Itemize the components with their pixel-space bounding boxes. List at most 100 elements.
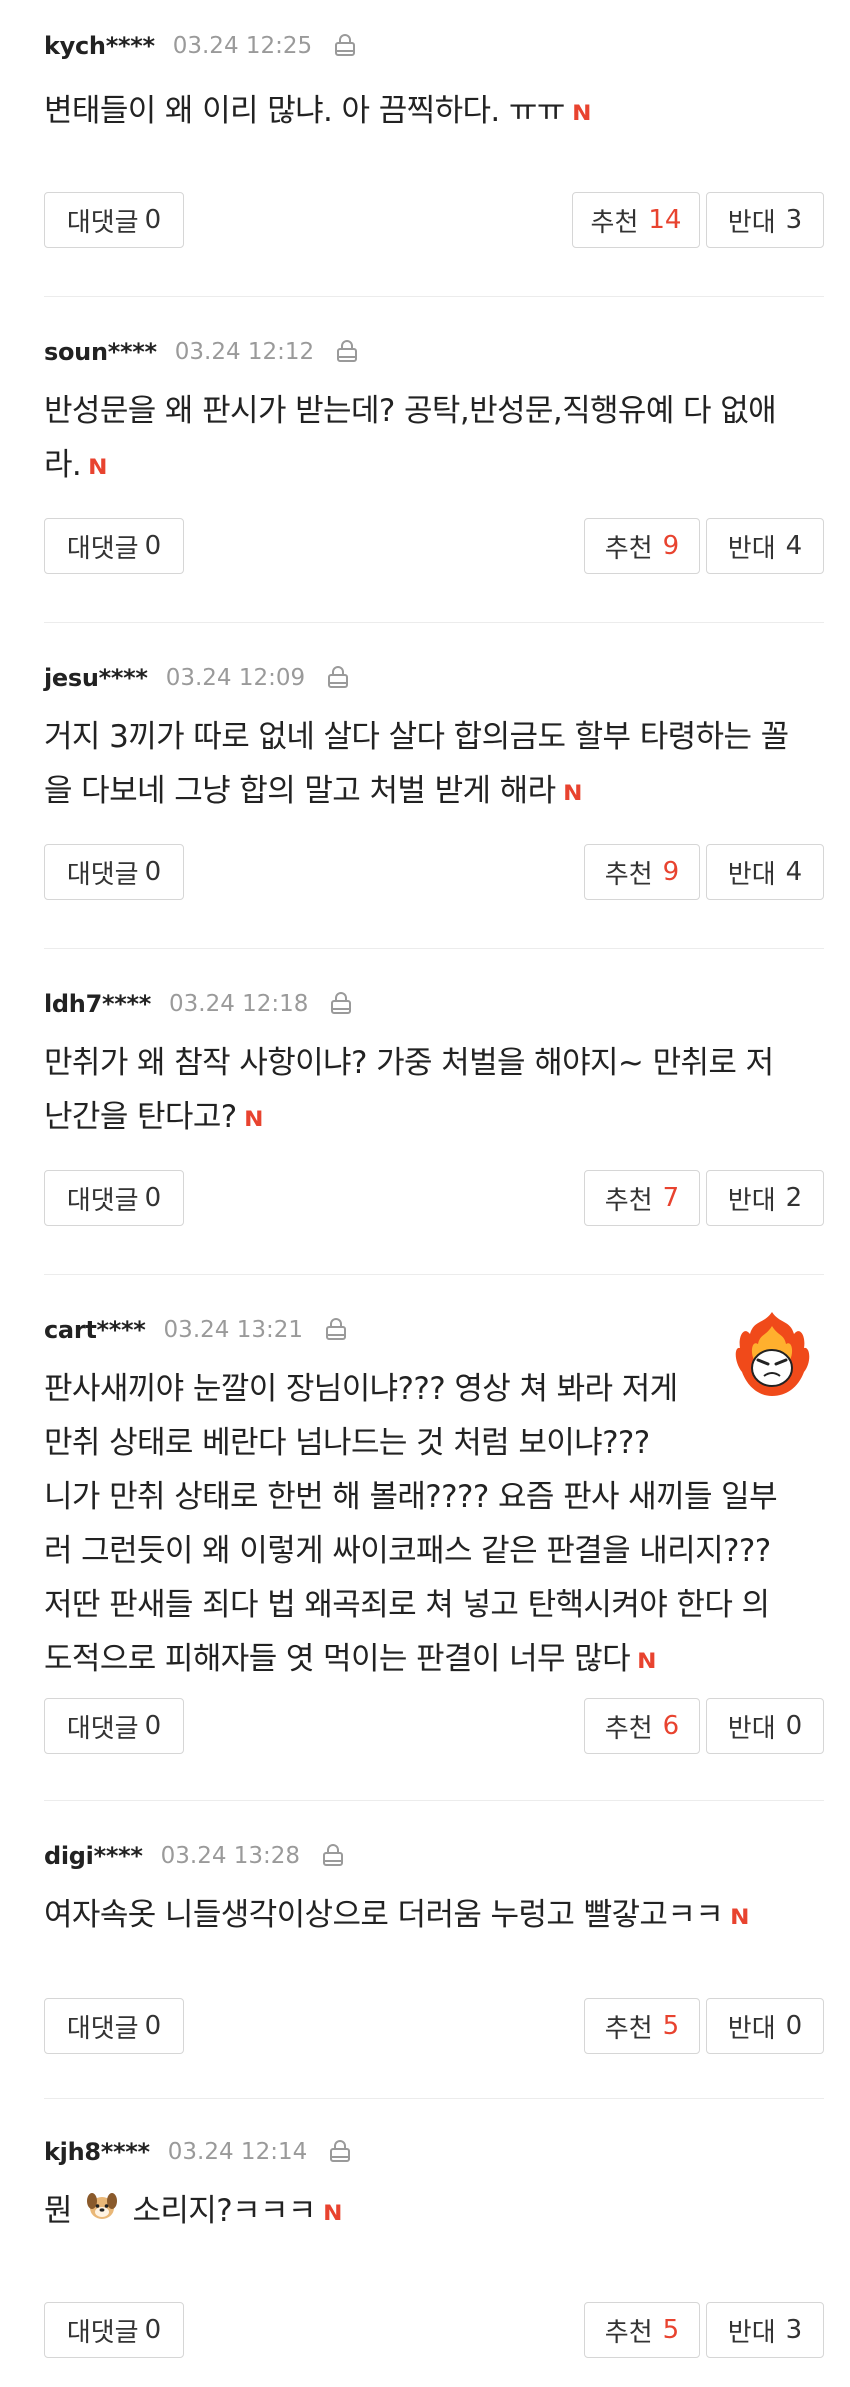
divider bbox=[44, 2098, 824, 2099]
lock-icon[interactable] bbox=[329, 2139, 353, 2165]
comment-line: 반성문을 왜 판시가 받는데? 공탁,반성문,직행유예 다 없애 bbox=[44, 393, 777, 429]
comment-text: 반성문을 왜 판시가 받는데? 공탁,반성문,직행유예 다 없애 라. N bbox=[44, 384, 824, 494]
comment-text: 여자속옷 니들생각이상으로 더러움 누렁고 빨갛고ㅋㅋ N bbox=[44, 1888, 824, 1944]
recommend-label: 추천 bbox=[604, 859, 653, 890]
recommend-button[interactable]: 추천 7 bbox=[584, 1170, 700, 1226]
oppose-button[interactable]: 반대 0 bbox=[706, 1998, 824, 2054]
recommend-count: 9 bbox=[662, 857, 680, 887]
recommend-button[interactable]: 추천 14 bbox=[572, 192, 700, 248]
oppose-label: 반대 bbox=[727, 859, 776, 890]
recommend-label: 추천 bbox=[604, 2317, 653, 2348]
reply-button[interactable]: 대댓글 0 bbox=[44, 192, 184, 248]
oppose-button[interactable]: 반대 4 bbox=[706, 518, 824, 574]
new-badge: N bbox=[637, 1648, 656, 1673]
comment-item: ldh7**** 03.24 12:18 만취가 왜 참작 사항이냐? 가중 처… bbox=[44, 984, 824, 1244]
recommend-count: 6 bbox=[662, 1711, 680, 1741]
comment-username[interactable]: kjh8**** bbox=[44, 2138, 150, 2166]
reply-button[interactable]: 대댓글 0 bbox=[44, 844, 184, 900]
comment-item: digi**** 03.24 13:28 여자속옷 니들생각이상으로 더러움 누… bbox=[44, 1836, 824, 2076]
recommend-count: 9 bbox=[662, 531, 680, 561]
new-badge: N bbox=[322, 2200, 342, 2225]
comment-meta: cart**** 03.24 13:21 bbox=[44, 1310, 349, 1350]
reply-button[interactable]: 대댓글 0 bbox=[44, 1698, 184, 1754]
recommend-button[interactable]: 추천 6 bbox=[584, 1698, 700, 1754]
reply-button[interactable]: 대댓글 0 bbox=[44, 1170, 184, 1226]
comment-item: kjh8**** 03.24 12:14 뭔 소리지?ㅋㅋㅋ N 대댓글 0 추천 5… bbox=[44, 2132, 824, 2382]
divider bbox=[44, 948, 824, 949]
comment-text: 뭔 소리지?ㅋㅋㅋ N bbox=[44, 2184, 824, 2240]
comment-line: 라. bbox=[44, 447, 82, 483]
reply-button[interactable]: 대댓글 0 bbox=[44, 518, 184, 574]
comment-meta: kjh8**** 03.24 12:14 bbox=[44, 2132, 353, 2172]
reply-label: 대댓글 bbox=[66, 2013, 139, 2044]
dog-emoji-icon bbox=[85, 2186, 119, 2240]
comment-line: 니가 만취 상태로 한번 해 볼래???? 요즘 판사 새끼들 일부 bbox=[44, 1479, 778, 1515]
oppose-label: 반대 bbox=[727, 1713, 776, 1744]
reply-button[interactable]: 대댓글 0 bbox=[44, 2302, 184, 2358]
comment-line: 거지 3끼가 따로 없네 살다 살다 합의금도 할부 타령하는 꼴 bbox=[44, 719, 789, 755]
recommend-button[interactable]: 추천 9 bbox=[584, 844, 700, 900]
oppose-button[interactable]: 반대 0 bbox=[706, 1698, 824, 1754]
comment-line: 난간을 탄다고? bbox=[44, 1099, 237, 1135]
lock-icon[interactable] bbox=[330, 991, 354, 1017]
comment-item: kych**** 03.24 12:25 변태들이 왜 이리 많냐. 아 끔찍하… bbox=[44, 26, 824, 266]
lock-icon[interactable] bbox=[325, 1317, 349, 1343]
lock-icon[interactable] bbox=[334, 33, 358, 59]
comment-line: 만취가 왜 참작 사항이냐? 가중 처벌을 해야지~ 만취로 저 bbox=[44, 1045, 774, 1081]
new-badge: N bbox=[730, 1904, 750, 1929]
comment-meta: soun**** 03.24 12:12 bbox=[44, 332, 360, 372]
recommend-count: 5 bbox=[662, 2011, 680, 2041]
reply-count: 0 bbox=[144, 1711, 162, 1741]
comment-line: 을 다보네 그냥 합의 말고 처벌 받게 해라 bbox=[44, 773, 556, 809]
comment-date: 03.24 12:14 bbox=[167, 2139, 308, 2165]
oppose-count: 2 bbox=[785, 1183, 803, 1213]
comment-username[interactable]: soun**** bbox=[44, 338, 157, 366]
comment-username[interactable]: kych**** bbox=[44, 32, 155, 60]
comment-item: soun**** 03.24 12:12 반성문을 왜 판시가 받는데? 공탁,… bbox=[44, 332, 824, 592]
reply-count: 0 bbox=[144, 1183, 162, 1213]
comment-line: 변태들이 왜 이리 많냐. 아 끔찍하다. ㅠㅠ bbox=[44, 93, 565, 129]
oppose-count: 0 bbox=[785, 1711, 803, 1741]
reply-label: 대댓글 bbox=[66, 1713, 139, 1744]
comment-text: 판사새끼야 눈깔이 장님이냐??? 영상 쳐 봐라 저게 만취 상태로 베란다 … bbox=[44, 1362, 824, 1688]
lock-icon[interactable] bbox=[327, 665, 351, 691]
reply-label: 대댓글 bbox=[66, 207, 139, 238]
oppose-button[interactable]: 반대 2 bbox=[706, 1170, 824, 1226]
comment-line: 만취 상태로 베란다 넘나드는 것 처럼 보이냐??? bbox=[44, 1425, 650, 1461]
divider bbox=[44, 1274, 824, 1275]
reply-label: 대댓글 bbox=[66, 533, 139, 564]
comment-line: 도적으로 피해자들 엿 먹이는 판결이 너무 많다 bbox=[44, 1641, 631, 1677]
comment-text: 만취가 왜 참작 사항이냐? 가중 처벌을 해야지~ 만취로 저 난간을 탄다고… bbox=[44, 1036, 824, 1146]
recommend-label: 추천 bbox=[590, 207, 639, 238]
reply-button[interactable]: 대댓글 0 bbox=[44, 1998, 184, 2054]
comment-username[interactable]: cart**** bbox=[44, 1316, 146, 1344]
oppose-count: 4 bbox=[785, 857, 803, 887]
recommend-label: 추천 bbox=[604, 2013, 653, 2044]
oppose-button[interactable]: 반대 3 bbox=[706, 192, 824, 248]
comment-date: 03.24 12:09 bbox=[165, 665, 306, 691]
comment-username[interactable]: jesu**** bbox=[44, 664, 148, 692]
comment-username[interactable]: ldh7**** bbox=[44, 990, 151, 1018]
new-badge: N bbox=[571, 100, 591, 125]
lock-icon[interactable] bbox=[322, 1843, 346, 1869]
reply-label: 대댓글 bbox=[66, 859, 139, 890]
new-badge: N bbox=[562, 780, 582, 805]
oppose-label: 반대 bbox=[727, 2317, 776, 2348]
oppose-button[interactable]: 반대 4 bbox=[706, 844, 824, 900]
comment-date: 03.24 13:28 bbox=[160, 1843, 301, 1869]
comment-line: 소리지?ㅋㅋㅋ bbox=[132, 2193, 316, 2229]
comment-date: 03.24 13:21 bbox=[163, 1317, 303, 1343]
lock-icon[interactable] bbox=[336, 339, 360, 365]
comment-username[interactable]: digi**** bbox=[44, 1842, 143, 1870]
comment-meta: jesu**** 03.24 12:09 bbox=[44, 658, 351, 698]
recommend-button[interactable]: 추천 9 bbox=[584, 518, 700, 574]
recommend-button[interactable]: 추천 5 bbox=[584, 1998, 700, 2054]
recommend-label: 추천 bbox=[604, 1713, 653, 1744]
new-badge: N bbox=[243, 1106, 263, 1131]
divider bbox=[44, 622, 824, 623]
comment-meta: ldh7**** 03.24 12:18 bbox=[44, 984, 354, 1024]
recommend-button[interactable]: 추천 5 bbox=[584, 2302, 700, 2358]
oppose-label: 반대 bbox=[727, 1185, 776, 1216]
oppose-button[interactable]: 반대 3 bbox=[706, 2302, 824, 2358]
oppose-count: 3 bbox=[785, 2315, 803, 2345]
